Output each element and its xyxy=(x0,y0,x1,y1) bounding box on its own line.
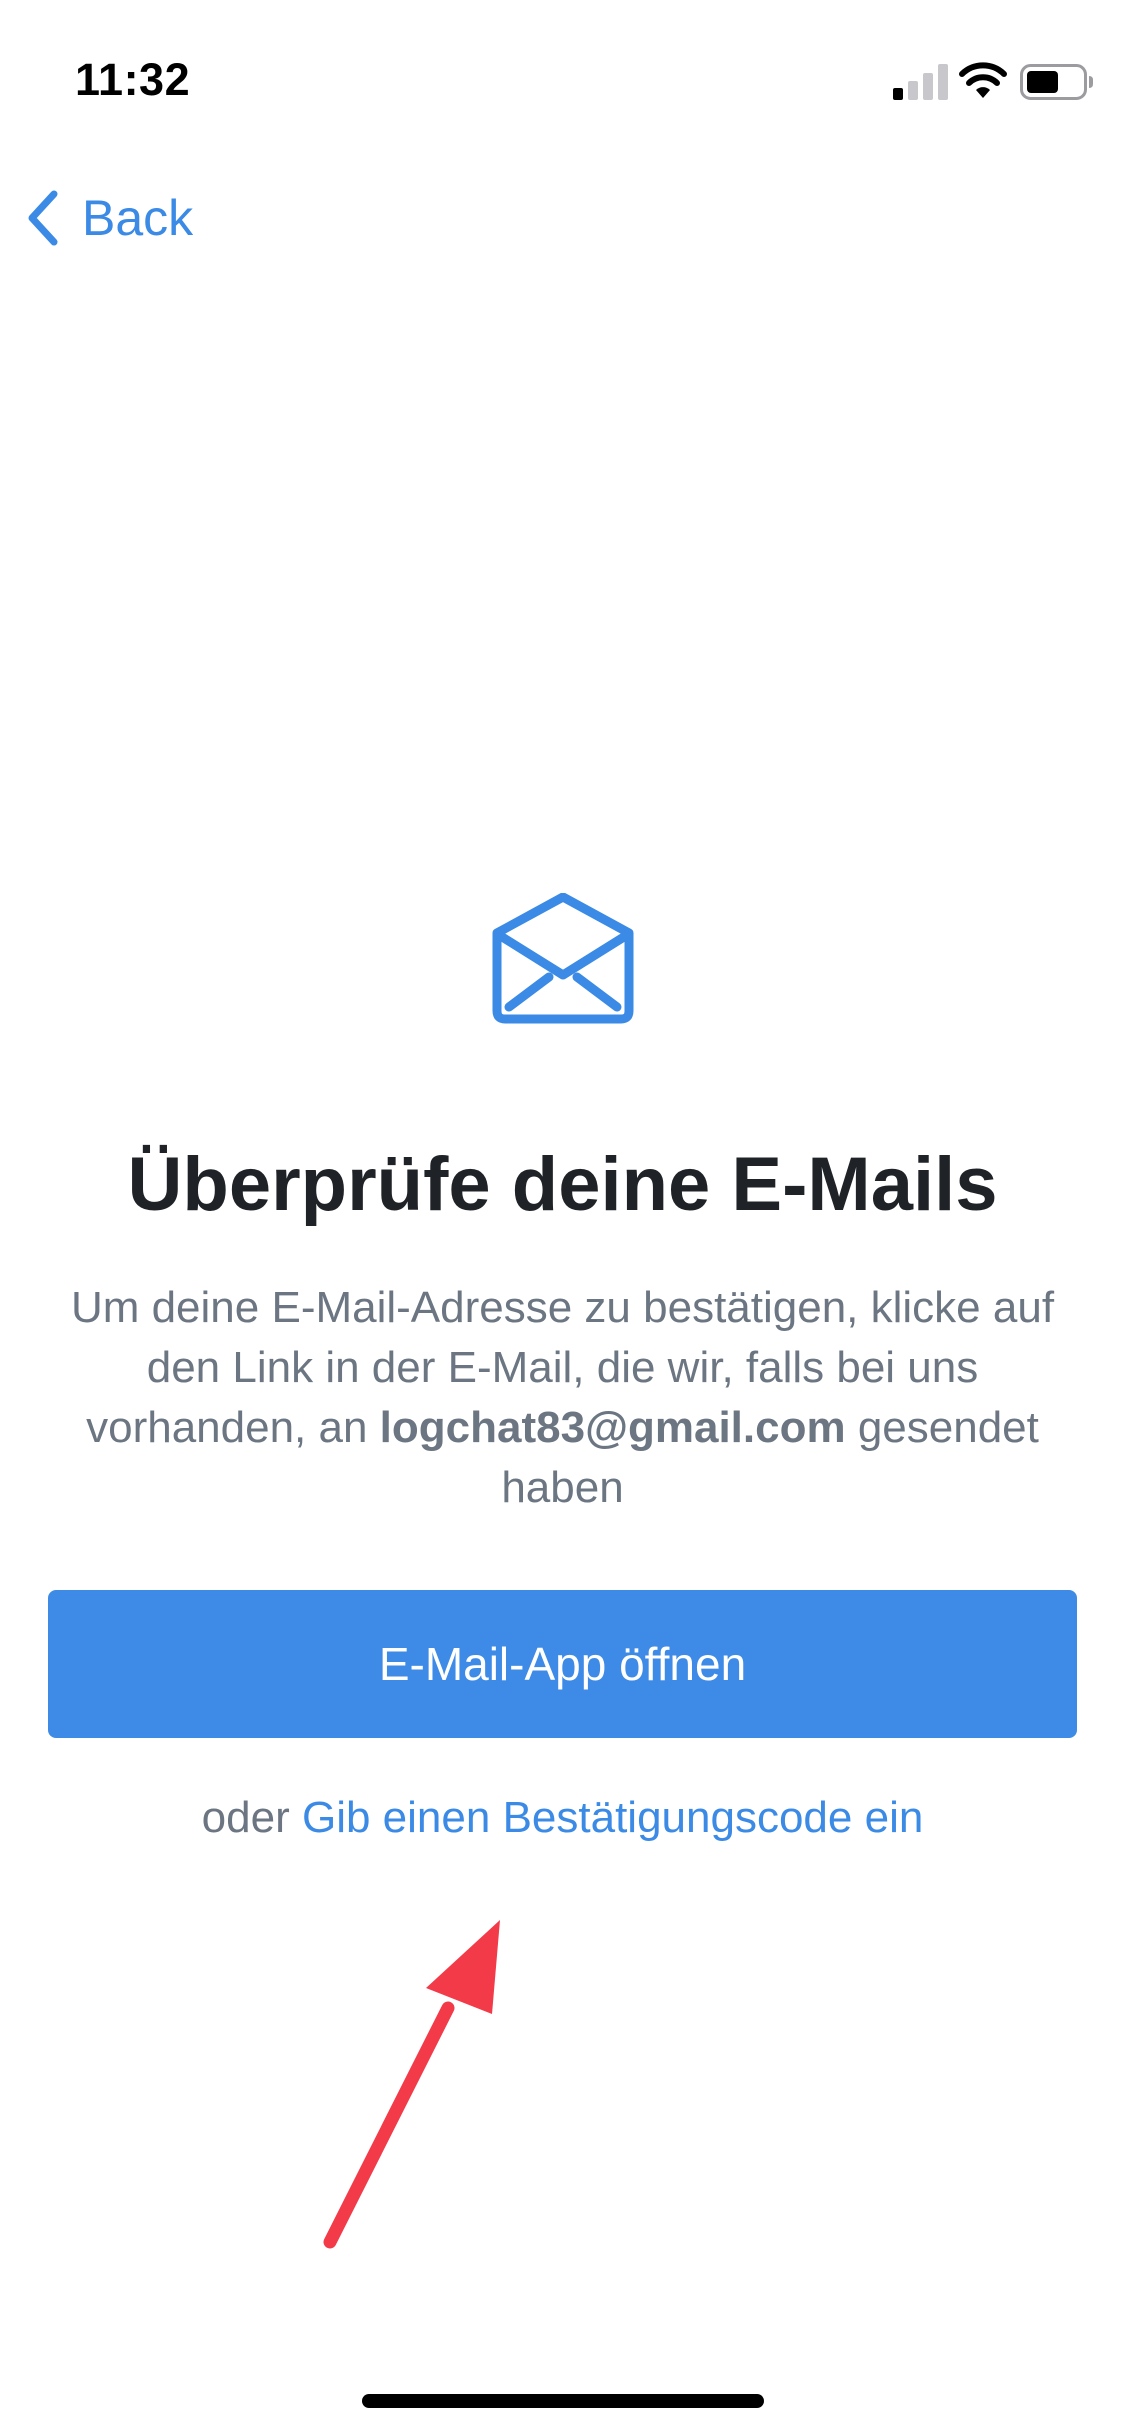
home-indicator xyxy=(362,2394,764,2408)
alternative-action-row: oder Gib einen Bestätigungscode ein xyxy=(0,1788,1125,1848)
back-button[interactable]: Back xyxy=(22,180,193,256)
chevron-left-icon xyxy=(28,190,58,246)
annotation-arrow-icon xyxy=(323,1920,500,2249)
battery-icon xyxy=(1020,64,1093,100)
envelope-open-icon xyxy=(492,893,634,1024)
cellular-signal-icon xyxy=(893,64,948,100)
back-button-label: Back xyxy=(82,190,194,246)
enter-confirmation-code-link[interactable]: Gib einen Bestätigungscode ein xyxy=(302,1793,923,1842)
email-address: logchat83@gmail.com xyxy=(379,1403,846,1452)
status-time: 11:32 xyxy=(75,54,191,105)
open-mail-app-button[interactable]: E-Mail-App öffnen xyxy=(48,1590,1077,1738)
wifi-icon xyxy=(959,62,1007,98)
instruction-text: Um deine E-Mail-Adresse zu bestätigen, k… xyxy=(60,1278,1065,1518)
status-bar: 11:32 xyxy=(0,0,1125,150)
alternative-prefix: oder xyxy=(201,1793,290,1842)
page-title: Überprüfe deine E-Mails xyxy=(127,1142,998,1227)
